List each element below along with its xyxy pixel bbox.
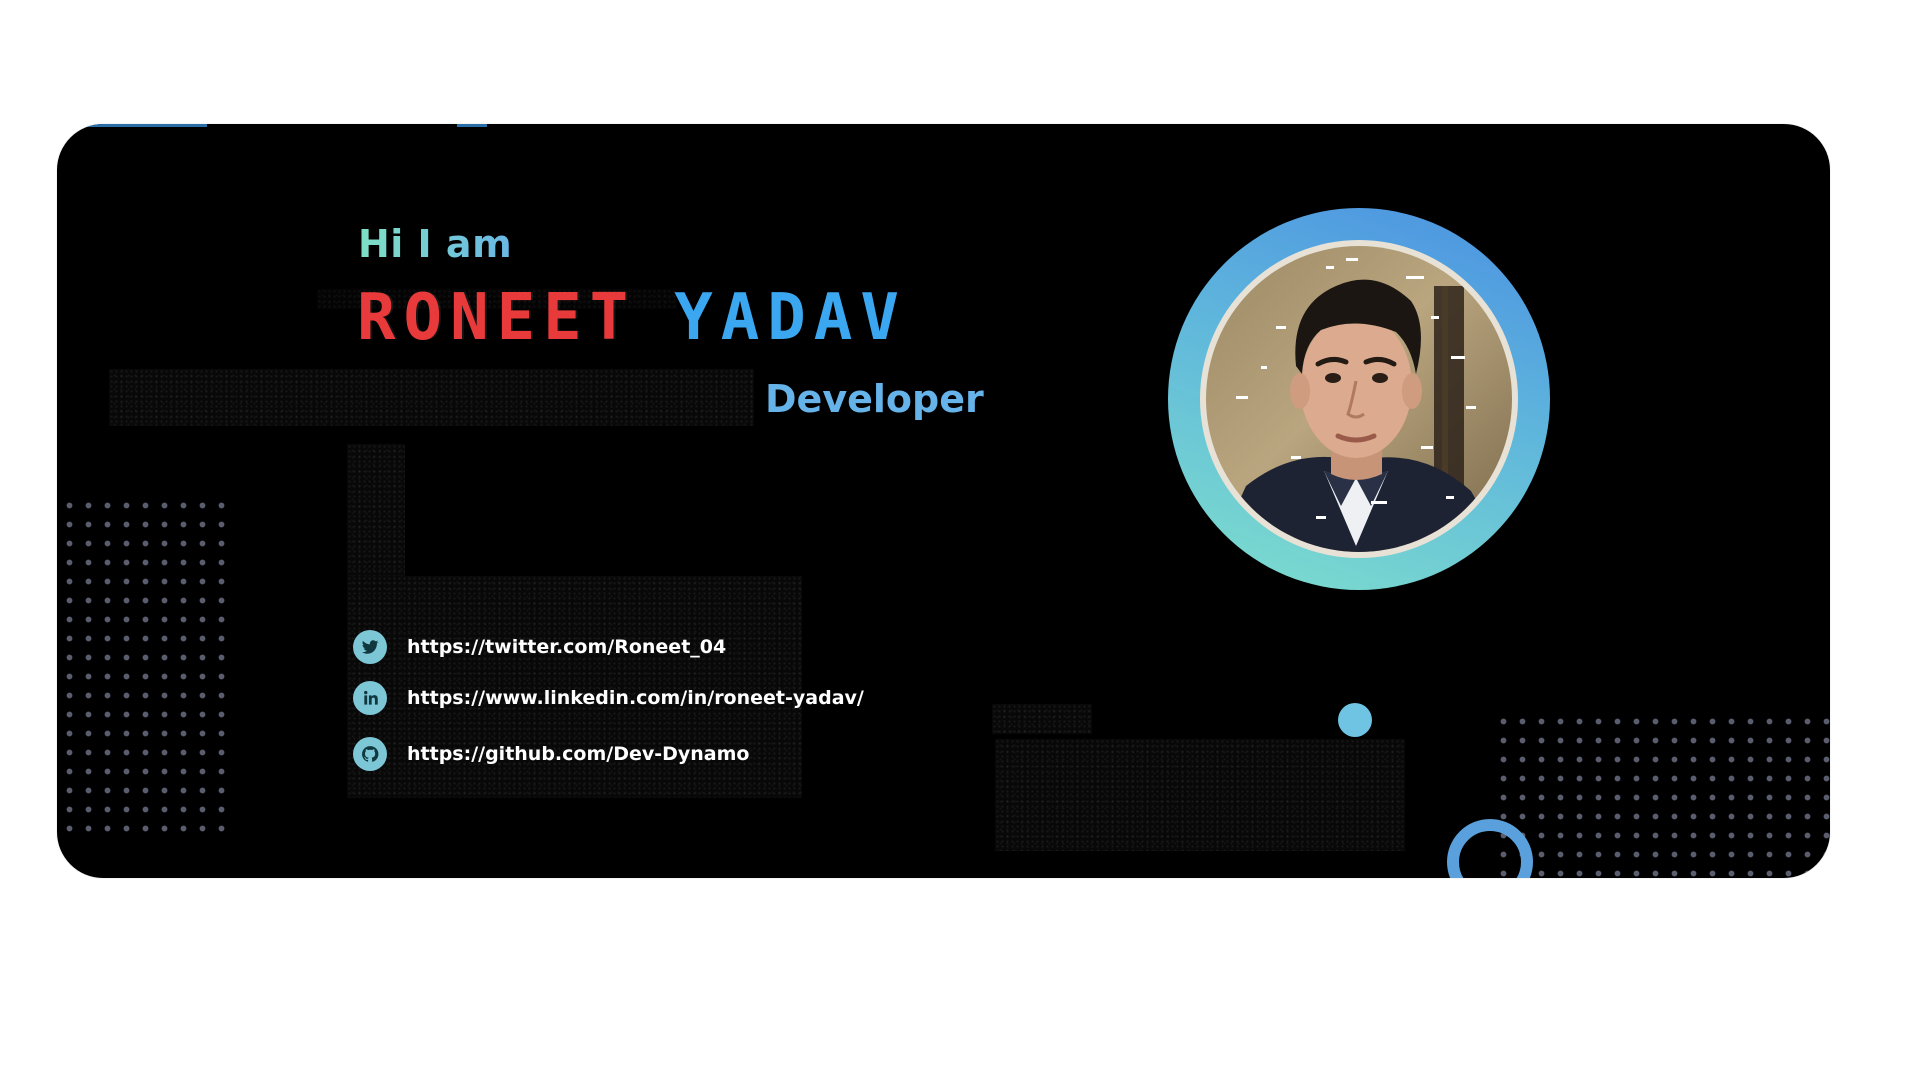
linkedin-link[interactable]: https://www.linkedin.com/in/roneet-yadav… (407, 687, 864, 709)
role-text: Developer (765, 377, 984, 421)
profile-banner: Hi I am RONEET YADAV Developer https://t… (57, 124, 1830, 878)
github-icon (353, 737, 387, 771)
noise-block (109, 369, 754, 426)
noise-block (995, 739, 1405, 851)
link-linkedin[interactable]: https://www.linkedin.com/in/roneet-yadav… (353, 681, 864, 715)
edge-highlight (87, 124, 207, 127)
twitter-icon (353, 630, 387, 664)
accent-dot (1338, 703, 1372, 737)
first-name: RONEET (357, 281, 637, 355)
dot-grid-right (1494, 712, 1830, 878)
full-name: RONEET YADAV (357, 286, 907, 350)
link-github[interactable]: https://github.com/Dev-Dynamo (353, 737, 749, 771)
link-twitter[interactable]: https://twitter.com/Roneet_04 (353, 630, 726, 664)
linkedin-icon (353, 681, 387, 715)
person-illustration (1216, 258, 1506, 552)
edge-highlight (457, 124, 487, 127)
noise-block (347, 444, 405, 584)
last-name: YADAV (674, 281, 907, 355)
dot-grid-left (60, 496, 235, 840)
portrait-frame (1200, 240, 1518, 558)
page: Hi I am RONEET YADAV Developer https://t… (0, 0, 1920, 1080)
portrait-photo (1206, 246, 1512, 552)
greeting-text: Hi I am (358, 222, 513, 266)
noise-block (992, 704, 1092, 734)
portrait-ring (1168, 208, 1550, 590)
github-link[interactable]: https://github.com/Dev-Dynamo (407, 743, 749, 765)
twitter-link[interactable]: https://twitter.com/Roneet_04 (407, 636, 726, 658)
